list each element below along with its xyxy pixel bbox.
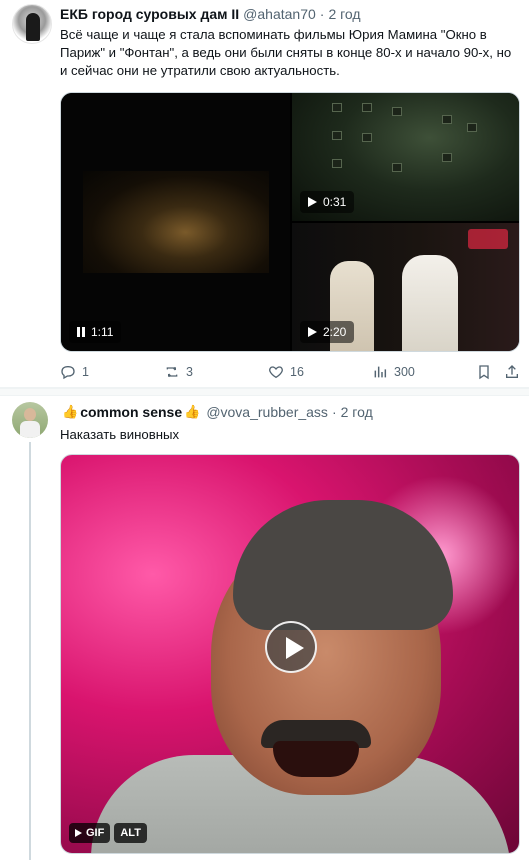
tweet-text: Наказать виновных <box>60 427 180 442</box>
tweet[interactable]: 👍 common sense 👍 @vova_rubber_ass · 2 го… <box>0 396 529 860</box>
tweet-text: Всё чаще и чаще я стала вспоминать фильм… <box>60 27 512 78</box>
tweet-header: ЕКБ город суровых дам II @ahatan70 · 2 г… <box>60 6 361 22</box>
tweet-separator <box>0 388 529 396</box>
play-icon <box>75 829 82 837</box>
like-button[interactable]: 16 <box>268 364 304 380</box>
author-handle[interactable]: @vova_rubber_ass <box>206 404 328 420</box>
play-icon[interactable] <box>308 197 317 207</box>
gif-media[interactable]: GIF ALT <box>60 454 520 854</box>
play-icon[interactable] <box>308 327 317 337</box>
window-shape <box>332 159 342 168</box>
author-name[interactable]: common sense <box>80 404 182 420</box>
video-frame <box>83 171 269 273</box>
window-shape <box>467 123 477 132</box>
avatar[interactable] <box>12 402 48 438</box>
thumbs-up-icon: 👍 <box>184 404 201 419</box>
video-duration: 1:11 <box>91 325 114 339</box>
video-2[interactable]: 0:31 <box>292 93 519 221</box>
bookmark-icon <box>479 365 489 380</box>
bookmark-button[interactable] <box>476 364 492 380</box>
video-duration: 0:31 <box>323 195 347 209</box>
window-shape <box>332 131 342 140</box>
repost-button[interactable]: 3 <box>164 364 193 380</box>
person-figure <box>402 255 458 351</box>
video-duration-badge: 0:31 <box>300 191 355 213</box>
window-shape <box>442 115 452 124</box>
reply-button[interactable]: 1 <box>60 364 89 380</box>
tweet[interactable]: ЕКБ город суровых дам II @ahatan70 · 2 г… <box>0 0 529 388</box>
separator-dot: · <box>331 404 337 420</box>
views-icon <box>374 366 387 378</box>
thumbs-up-icon: 👍 <box>62 404 79 419</box>
neon-sign <box>468 229 508 249</box>
avatar-head <box>24 408 36 421</box>
share-icon <box>506 365 518 378</box>
video-3[interactable]: 2:20 <box>292 223 519 351</box>
like-count: 16 <box>290 365 304 379</box>
mouth-shape <box>273 741 359 777</box>
video-duration-badge: 2:20 <box>300 321 355 343</box>
repost-icon <box>166 366 178 378</box>
timestamp[interactable]: 2 год <box>341 404 373 420</box>
share-button[interactable] <box>504 364 520 380</box>
tweet-header: 👍 common sense 👍 @vova_rubber_ass · 2 го… <box>60 404 373 420</box>
reply-count: 1 <box>82 365 89 379</box>
window-shape <box>392 163 402 172</box>
window-shape <box>392 107 402 116</box>
views-count: 300 <box>394 365 415 379</box>
window-shape <box>362 133 372 142</box>
gif-badge[interactable]: GIF <box>69 823 111 843</box>
reply-icon <box>61 366 75 380</box>
play-button[interactable] <box>265 621 317 673</box>
author-handle[interactable]: @ahatan70 <box>243 6 316 22</box>
avatar-body <box>20 421 40 438</box>
avatar-figure <box>26 13 40 41</box>
window-shape <box>332 103 342 112</box>
gif-label: GIF <box>86 827 105 839</box>
thread-line <box>29 442 31 860</box>
heart-icon <box>269 366 283 379</box>
video-grid: 1:11 0:31 2:20 <box>60 92 520 352</box>
video-duration: 2:20 <box>323 325 347 339</box>
author-name[interactable]: ЕКБ город суровых дам II <box>60 6 239 22</box>
video-duration-badge: 1:11 <box>69 321 122 343</box>
window-shape <box>362 103 372 112</box>
alt-label: ALT <box>120 827 141 839</box>
gif-controls: GIF ALT <box>69 823 147 843</box>
video-1[interactable]: 1:11 <box>61 93 290 351</box>
avatar[interactable] <box>12 4 52 44</box>
alt-badge[interactable]: ALT <box>114 823 147 843</box>
window-shape <box>442 153 452 162</box>
repost-count: 3 <box>186 365 193 379</box>
views-button[interactable]: 300 <box>372 364 415 380</box>
pause-icon[interactable] <box>77 327 85 337</box>
timestamp[interactable]: 2 год <box>328 6 360 22</box>
separator-dot: · <box>319 6 325 22</box>
tweet-actions: 1 3 16 300 <box>60 360 522 384</box>
